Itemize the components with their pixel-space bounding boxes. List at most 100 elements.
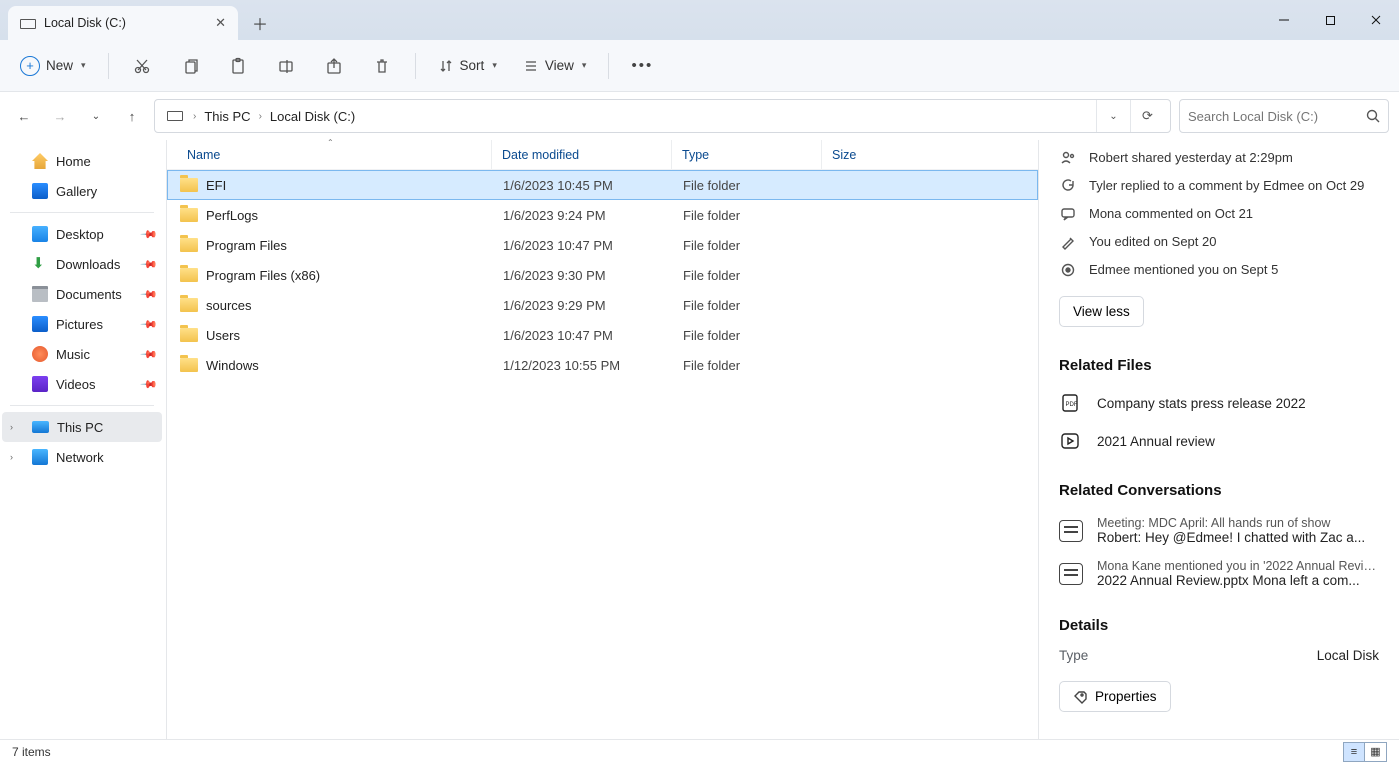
nav-gallery[interactable]: Gallery <box>2 176 162 206</box>
file-row[interactable]: Program Files1/6/2023 10:47 PMFile folde… <box>167 230 1038 260</box>
related-file-item[interactable]: PDF Company stats press release 2022 <box>1059 384 1379 422</box>
up-button[interactable]: ↑ <box>118 101 146 131</box>
paste-button[interactable] <box>219 48 257 84</box>
related-conversations-heading: Related Conversations <box>1059 482 1379 499</box>
file-row[interactable]: EFI1/6/2023 10:45 PMFile folder <box>167 170 1038 200</box>
file-row[interactable]: Program Files (x86)1/6/2023 9:30 PMFile … <box>167 260 1038 290</box>
breadcrumb-thispc[interactable]: This PC <box>200 109 254 124</box>
search-input[interactable] <box>1188 109 1366 124</box>
file-row[interactable]: Users1/6/2023 10:47 PMFile folder <box>167 320 1038 350</box>
related-file-item[interactable]: 2021 Annual review <box>1059 422 1379 460</box>
activity-item[interactable]: Robert shared yesterday at 2:29pm <box>1059 144 1379 172</box>
view-button[interactable]: View ▾ <box>515 48 595 84</box>
desktop-icon <box>32 226 48 242</box>
new-label: New <box>46 58 73 73</box>
nav-network[interactable]: ›Network <box>2 442 162 472</box>
chevron-down-icon: ▾ <box>582 60 587 71</box>
sort-label: Sort <box>460 58 485 73</box>
tag-icon <box>1073 690 1087 704</box>
pin-icon: 📌 <box>140 375 159 394</box>
mail-icon <box>1059 520 1083 542</box>
expand-icon[interactable]: › <box>10 452 13 462</box>
maximize-button[interactable] <box>1307 0 1353 40</box>
nav-pictures[interactable]: Pictures📌 <box>2 309 162 339</box>
more-button[interactable]: ••• <box>623 48 661 84</box>
nav-downloads[interactable]: ⬇Downloads📌 <box>2 249 162 279</box>
separator <box>10 405 154 406</box>
properties-button[interactable]: Properties <box>1059 681 1171 712</box>
activity-text: Edmee mentioned you on Sept 5 <box>1089 262 1278 277</box>
file-name: Windows <box>206 358 259 373</box>
pin-icon: 📌 <box>140 315 159 334</box>
file-date: 1/6/2023 10:47 PM <box>493 238 673 253</box>
separator <box>415 53 416 79</box>
file-row[interactable]: sources1/6/2023 9:29 PMFile folder <box>167 290 1038 320</box>
rename-button[interactable] <box>267 48 305 84</box>
activity-item[interactable]: Tyler replied to a comment by Edmee on O… <box>1059 172 1379 200</box>
copy-button[interactable] <box>171 48 209 84</box>
videos-icon <box>32 376 48 392</box>
details-view-button[interactable]: ≡ <box>1343 742 1365 762</box>
nav-music[interactable]: Music📌 <box>2 339 162 369</box>
close-window-button[interactable] <box>1353 0 1399 40</box>
address-bar[interactable]: › This PC › Local Disk (C:) ⌄ ⟳ <box>154 99 1171 133</box>
search-icon[interactable] <box>1366 109 1380 123</box>
activity-item[interactable]: You edited on Sept 20 <box>1059 228 1379 256</box>
separator <box>10 212 154 213</box>
folder-icon <box>180 358 198 372</box>
activity-text: Robert shared yesterday at 2:29pm <box>1089 150 1293 165</box>
file-name: EFI <box>206 178 226 193</box>
conversation-item[interactable]: Meeting: MDC April: All hands run of sho… <box>1059 509 1379 552</box>
tab-title: Local Disk (C:) <box>44 16 197 30</box>
col-date[interactable]: Date modified <box>492 140 672 169</box>
minimize-button[interactable] <box>1261 0 1307 40</box>
drive-icon <box>20 19 36 29</box>
body: Home Gallery Desktop📌 ⬇Downloads📌 Docume… <box>0 140 1399 739</box>
details-heading: Details <box>1059 617 1379 634</box>
activity-text: Tyler replied to a comment by Edmee on O… <box>1089 178 1364 193</box>
activity-item[interactable]: Edmee mentioned you on Sept 5 <box>1059 256 1379 284</box>
conversation-item[interactable]: Mona Kane mentioned you in '2022 Annual … <box>1059 552 1379 595</box>
file-type: File folder <box>673 208 823 223</box>
nav-home[interactable]: Home <box>2 146 162 176</box>
cut-button[interactable] <box>123 48 161 84</box>
col-name[interactable]: Name⌃ <box>167 140 492 169</box>
refresh-button[interactable]: ⟳ <box>1130 100 1164 132</box>
nav-thispc[interactable]: ›This PC <box>2 412 162 442</box>
nav-desktop[interactable]: Desktop📌 <box>2 219 162 249</box>
activity-item[interactable]: Mona commented on Oct 21 <box>1059 200 1379 228</box>
nav-documents[interactable]: Documents📌 <box>2 279 162 309</box>
breadcrumb-localdisk[interactable]: Local Disk (C:) <box>266 109 359 124</box>
delete-button[interactable] <box>363 48 401 84</box>
address-row: ← → ⌄ ↑ › This PC › Local Disk (C:) ⌄ ⟳ <box>0 92 1399 140</box>
large-icons-view-button[interactable]: ▦ <box>1365 742 1387 762</box>
file-row[interactable]: PerfLogs1/6/2023 9:24 PMFile folder <box>167 200 1038 230</box>
pin-icon: 📌 <box>140 225 159 244</box>
recent-button[interactable]: ⌄ <box>82 101 110 131</box>
chevron-right-icon: › <box>189 111 200 122</box>
view-less-button[interactable]: View less <box>1059 296 1144 327</box>
file-date: 1/6/2023 9:29 PM <box>493 298 673 313</box>
column-headers: Name⌃ Date modified Type Size <box>167 140 1038 170</box>
search-box[interactable] <box>1179 99 1389 133</box>
forward-button[interactable]: → <box>46 101 74 131</box>
col-size[interactable]: Size <box>822 140 912 169</box>
nav-videos[interactable]: Videos📌 <box>2 369 162 399</box>
tab-active[interactable]: Local Disk (C:) ✕ <box>8 6 238 40</box>
new-button[interactable]: + New ▾ <box>12 48 94 84</box>
col-type[interactable]: Type <box>672 140 822 169</box>
file-row[interactable]: Windows1/12/2023 10:55 PMFile folder <box>167 350 1038 380</box>
share-button[interactable] <box>315 48 353 84</box>
svg-text:PDF: PDF <box>1066 402 1078 408</box>
chevron-down-icon: ▾ <box>492 60 497 71</box>
sort-button[interactable]: Sort ▾ <box>430 48 505 84</box>
expand-icon[interactable]: › <box>10 422 13 432</box>
chevron-right-icon: › <box>255 111 266 122</box>
file-date: 1/12/2023 10:55 PM <box>493 358 673 373</box>
related-file-label: 2021 Annual review <box>1097 434 1215 449</box>
address-dropdown-button[interactable]: ⌄ <box>1096 100 1130 132</box>
close-tab-icon[interactable]: ✕ <box>215 15 226 31</box>
new-tab-button[interactable]: ＋ <box>244 7 276 39</box>
file-name: sources <box>206 298 252 313</box>
back-button[interactable]: ← <box>10 101 38 131</box>
